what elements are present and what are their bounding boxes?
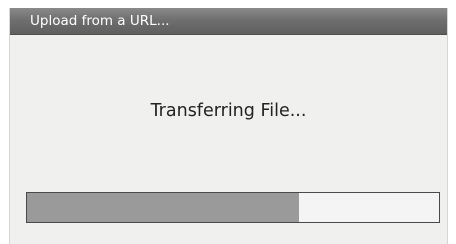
dialog-titlebar[interactable]: Upload from a URL... — [10, 8, 447, 35]
upload-dialog: Upload from a URL... Transferring File..… — [9, 8, 448, 244]
progress-bar-fill — [27, 193, 299, 222]
dialog-title: Upload from a URL... — [30, 13, 170, 29]
progress-bar — [26, 192, 440, 223]
transfer-status-text: Transferring File... — [150, 101, 307, 121]
